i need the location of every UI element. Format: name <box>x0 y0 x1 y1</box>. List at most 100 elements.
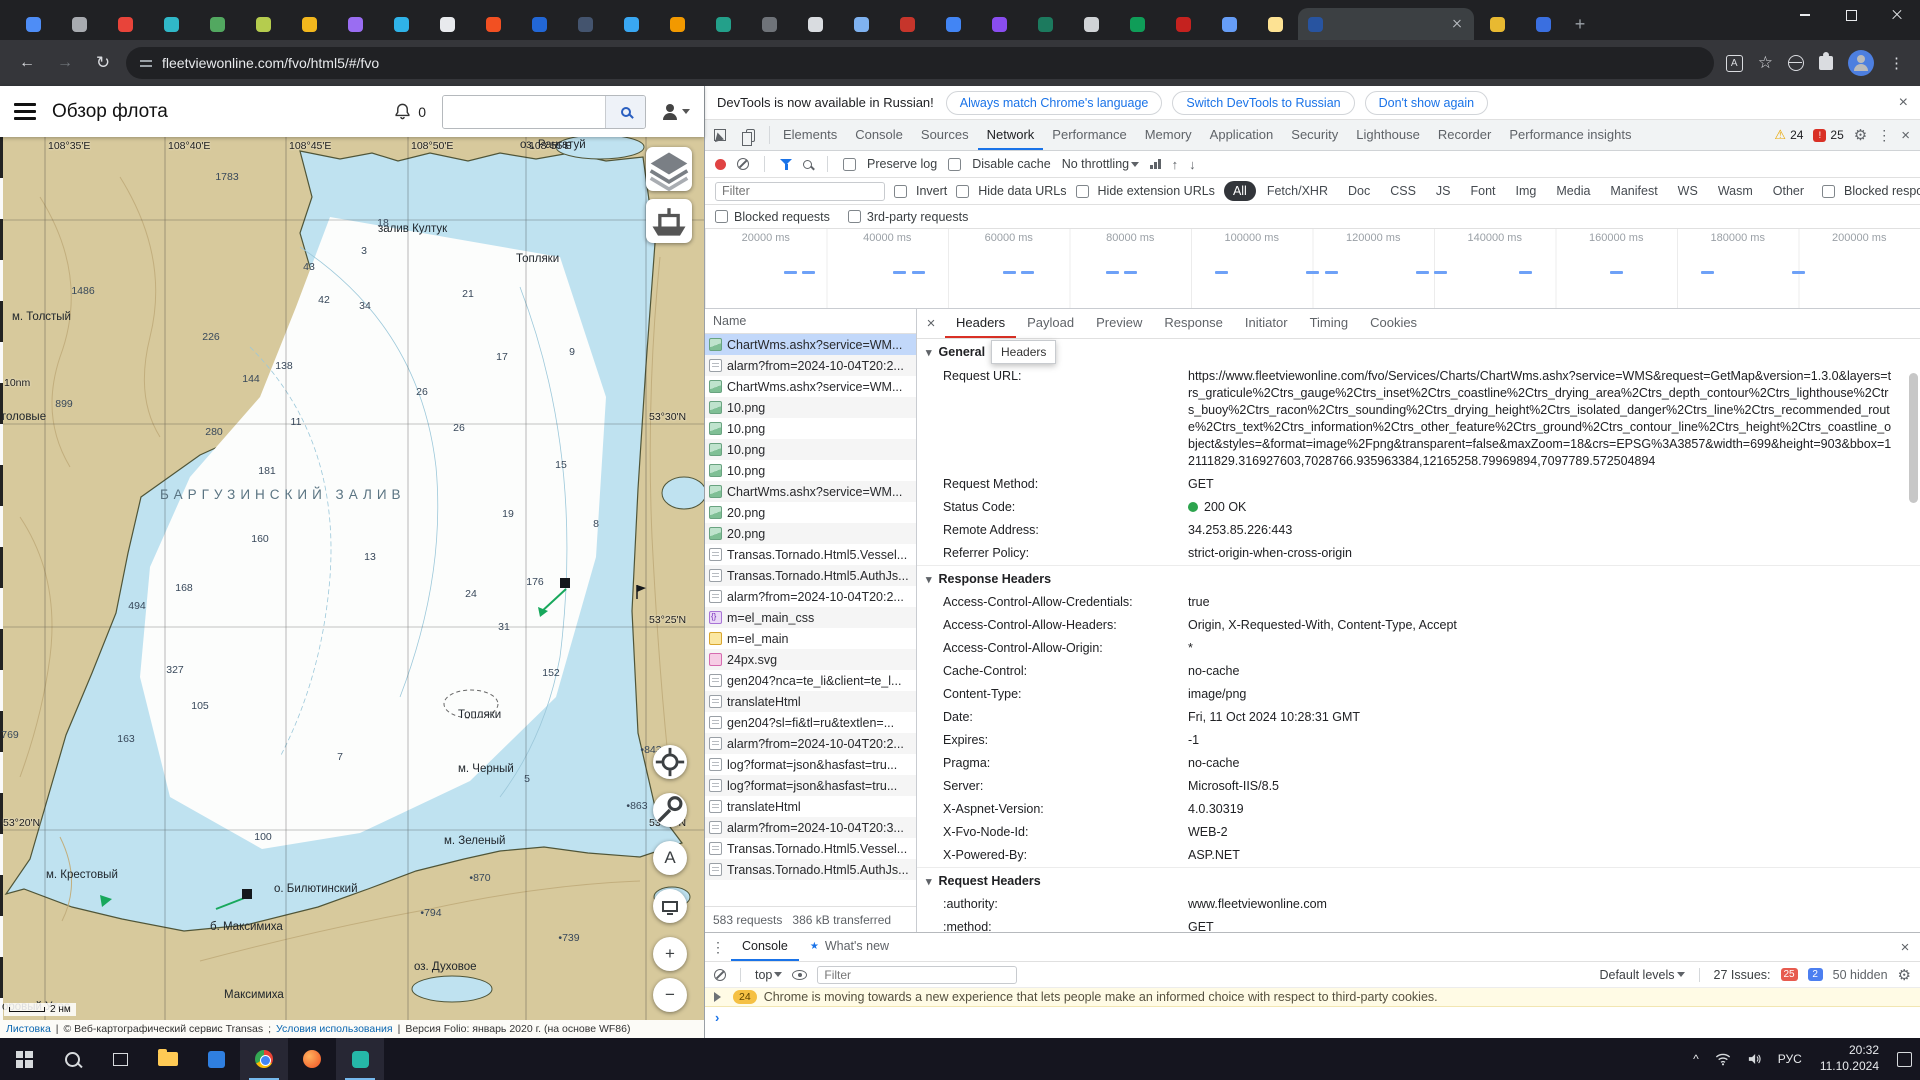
notifications[interactable]: 0 <box>393 102 426 121</box>
devtools-close-icon[interactable] <box>1901 127 1910 144</box>
task-view-button[interactable] <box>96 1038 144 1080</box>
console-settings-icon[interactable] <box>1898 966 1911 984</box>
anchor-zones-button[interactable]: A <box>653 841 687 875</box>
network-overview-timeline[interactable]: 20000 ms40000 ms60000 ms80000 ms100000 m… <box>705 229 1920 309</box>
profile-avatar[interactable] <box>1848 50 1874 76</box>
detail-tab[interactable]: Response <box>1153 309 1234 338</box>
network-request-row[interactable]: m=el_main_css <box>705 607 916 628</box>
request-headers-header[interactable]: Request Headers <box>917 867 1920 893</box>
name-column-header[interactable]: Name <box>705 309 916 334</box>
filter-chip[interactable]: Doc <box>1339 181 1379 201</box>
fleet-button[interactable] <box>646 199 692 243</box>
console-context-select[interactable]: top <box>755 968 782 982</box>
new-tab-button[interactable] <box>1566 10 1594 38</box>
export-har-icon[interactable] <box>1189 157 1196 172</box>
browser-tab[interactable] <box>148 8 194 40</box>
devtools-tab[interactable]: Console <box>846 120 912 150</box>
drawer-close-icon[interactable] <box>1890 933 1920 961</box>
language-indicator[interactable]: РУС <box>1770 1038 1810 1080</box>
device-toolbar-button[interactable] <box>735 120 765 150</box>
disable-cache-checkbox[interactable] <box>948 158 961 171</box>
browser-tab[interactable] <box>1520 8 1566 40</box>
network-conditions-icon[interactable] <box>1150 159 1161 169</box>
network-request-row[interactable]: 24px.svg <box>705 649 916 670</box>
network-request-row[interactable]: Transas.Tornado.Html5.AuthJs... <box>705 859 916 880</box>
browser-tab[interactable] <box>56 8 102 40</box>
network-request-row[interactable]: 10.png <box>705 397 916 418</box>
log-levels-select[interactable]: Default levels <box>1599 968 1684 982</box>
errors-counter[interactable]: 25 <box>1813 128 1843 142</box>
devtools-tab[interactable]: Performance insights <box>1500 120 1640 150</box>
scrollbar-thumb[interactable] <box>1909 373 1918 503</box>
filter-chip[interactable]: Media <box>1547 181 1599 201</box>
preserve-log-checkbox[interactable] <box>843 158 856 171</box>
browser-tab[interactable] <box>10 8 56 40</box>
network-request-row[interactable]: 20.png <box>705 502 916 523</box>
browser-tab[interactable] <box>332 8 378 40</box>
filter-chip[interactable]: Manifest <box>1601 181 1666 201</box>
forward-button[interactable] <box>50 48 80 78</box>
hide-data-urls-checkbox[interactable] <box>956 185 969 198</box>
site-info-icon[interactable] <box>140 58 152 68</box>
browser-menu-icon[interactable] <box>1889 54 1904 73</box>
network-request-row[interactable]: ChartWms.ashx?service=WM... <box>705 481 916 502</box>
browser-tab[interactable] <box>1022 8 1068 40</box>
response-headers-header[interactable]: Response Headers <box>917 565 1920 591</box>
network-request-row[interactable]: ChartWms.ashx?service=WM... <box>705 334 916 355</box>
reload-button[interactable] <box>88 48 118 78</box>
layers-button[interactable] <box>646 147 692 191</box>
browser-tab[interactable] <box>654 8 700 40</box>
browser-tab[interactable] <box>1206 8 1252 40</box>
notification-center-button[interactable] <box>1889 1038 1920 1080</box>
browser-tab[interactable] <box>194 8 240 40</box>
infobar-button[interactable]: Switch DevTools to Russian <box>1172 91 1354 115</box>
maximize-button[interactable] <box>1828 0 1874 30</box>
measure-tools-button[interactable] <box>653 793 687 827</box>
browser-tab[interactable] <box>930 8 976 40</box>
wifi-tray-icon[interactable] <box>1707 1038 1739 1080</box>
browser-tab[interactable] <box>1252 8 1298 40</box>
bookmark-star-icon[interactable] <box>1758 53 1773 73</box>
network-request-row[interactable]: ChartWms.ashx?service=WM... <box>705 376 916 397</box>
browser-tab[interactable] <box>424 8 470 40</box>
expand-triangle-icon[interactable] <box>714 992 726 1002</box>
network-request-row[interactable]: alarm?from=2024-10-04T20:2... <box>705 355 916 376</box>
warnings-counter[interactable]: 24 <box>1774 127 1803 143</box>
filter-chip[interactable]: Wasm <box>1709 181 1762 201</box>
browser-tab[interactable] <box>470 8 516 40</box>
map-canvas[interactable]: 108°35'E108°40'E108°45'E108°50'E108°55'E… <box>0 137 704 1020</box>
devtools-tab[interactable]: Recorder <box>1429 120 1500 150</box>
filter-chip[interactable]: Img <box>1507 181 1546 201</box>
taskbar-search-button[interactable] <box>48 1038 96 1080</box>
filter-chip[interactable]: WS <box>1669 181 1707 201</box>
network-request-row[interactable]: 20.png <box>705 523 916 544</box>
infobar-button[interactable]: Don't show again <box>1365 91 1489 115</box>
network-request-row[interactable]: Transas.Tornado.Html5.Vessel... <box>705 838 916 859</box>
store-app-button[interactable] <box>192 1038 240 1080</box>
browser-tab[interactable] <box>516 8 562 40</box>
filter-chip[interactable]: CSS <box>1381 181 1425 201</box>
network-request-row[interactable]: 10.png <box>705 439 916 460</box>
search-button[interactable] <box>605 96 645 128</box>
chrome-app-button[interactable] <box>240 1038 288 1080</box>
back-button[interactable] <box>12 48 42 78</box>
third-party-checkbox[interactable] <box>848 210 861 223</box>
network-request-row[interactable]: gen204?nca=te_li&client=te_l... <box>705 670 916 691</box>
user-menu[interactable] <box>662 104 690 120</box>
browser-tab[interactable] <box>884 8 930 40</box>
devtools-tab[interactable]: Elements <box>774 120 846 150</box>
devtools-tab[interactable]: Network <box>978 120 1044 150</box>
hidden-icons-button[interactable]: ^ <box>1685 1038 1707 1080</box>
side-panel-icon[interactable] <box>1788 55 1804 71</box>
filter-chip[interactable]: Other <box>1764 181 1813 201</box>
hide-extension-urls-checkbox[interactable] <box>1076 185 1089 198</box>
console-filter-input[interactable] <box>817 966 1017 984</box>
tab-close-icon[interactable] <box>1450 17 1464 31</box>
browser-tab[interactable] <box>1114 8 1160 40</box>
detail-tab[interactable]: Cookies <box>1359 309 1428 338</box>
network-request-row[interactable]: Transas.Tornado.Html5.AuthJs... <box>705 565 916 586</box>
devtools-tab[interactable]: Performance <box>1043 120 1135 150</box>
browser-tab[interactable] <box>838 8 884 40</box>
filter-chip[interactable]: JS <box>1427 181 1460 201</box>
search-input[interactable] <box>443 96 605 128</box>
